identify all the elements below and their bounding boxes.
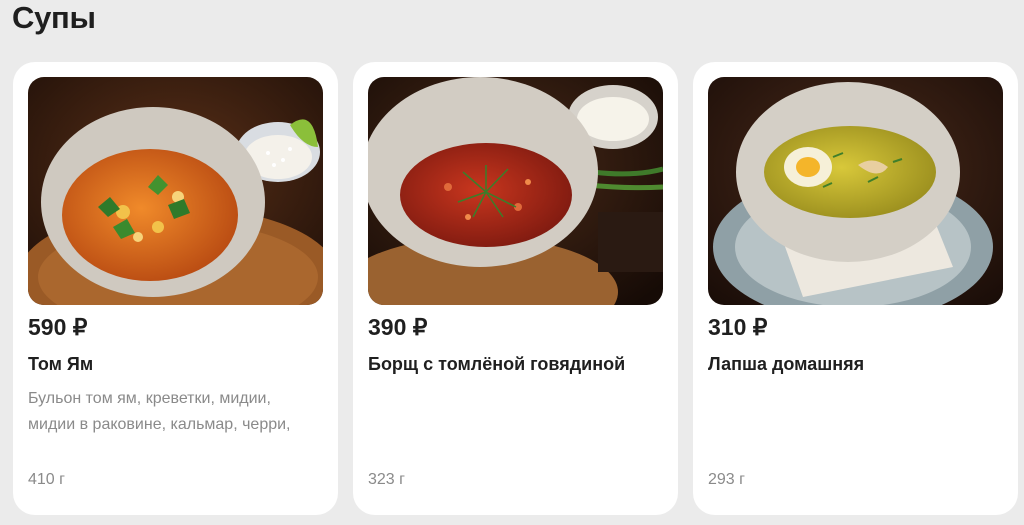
product-description: Бульон том ям, креветки, мидии, мидии в … xyxy=(28,390,291,433)
product-price: 590 ₽ xyxy=(28,314,88,340)
product-name[interactable]: Лапша домашняя xyxy=(708,351,1008,377)
noodle-soup-photo[interactable] xyxy=(708,77,1003,305)
product-name[interactable]: Том Ям xyxy=(28,351,328,377)
borscht-photo[interactable] xyxy=(368,77,663,305)
product-price: 310 ₽ xyxy=(708,314,768,340)
product-name[interactable]: Борщ с томлёной говядиной xyxy=(368,351,668,377)
product-card-tom-yum[interactable]: 590 ₽ Том Ям Бульон том ям, креветки, ми… xyxy=(13,62,338,515)
product-card-noodle-soup[interactable]: 310 ₽ Лапша домашняя 293 г xyxy=(693,62,1018,515)
product-card-borscht[interactable]: 390 ₽ Борщ с томлёной говядиной 323 г xyxy=(353,62,678,515)
tom-yum-photo[interactable] xyxy=(28,77,323,305)
section-title: Супы xyxy=(12,0,96,35)
product-weight: 410 г xyxy=(28,471,65,488)
product-price: 390 ₽ xyxy=(368,314,428,340)
product-weight: 323 г xyxy=(368,471,405,488)
product-weight: 293 г xyxy=(708,471,745,488)
